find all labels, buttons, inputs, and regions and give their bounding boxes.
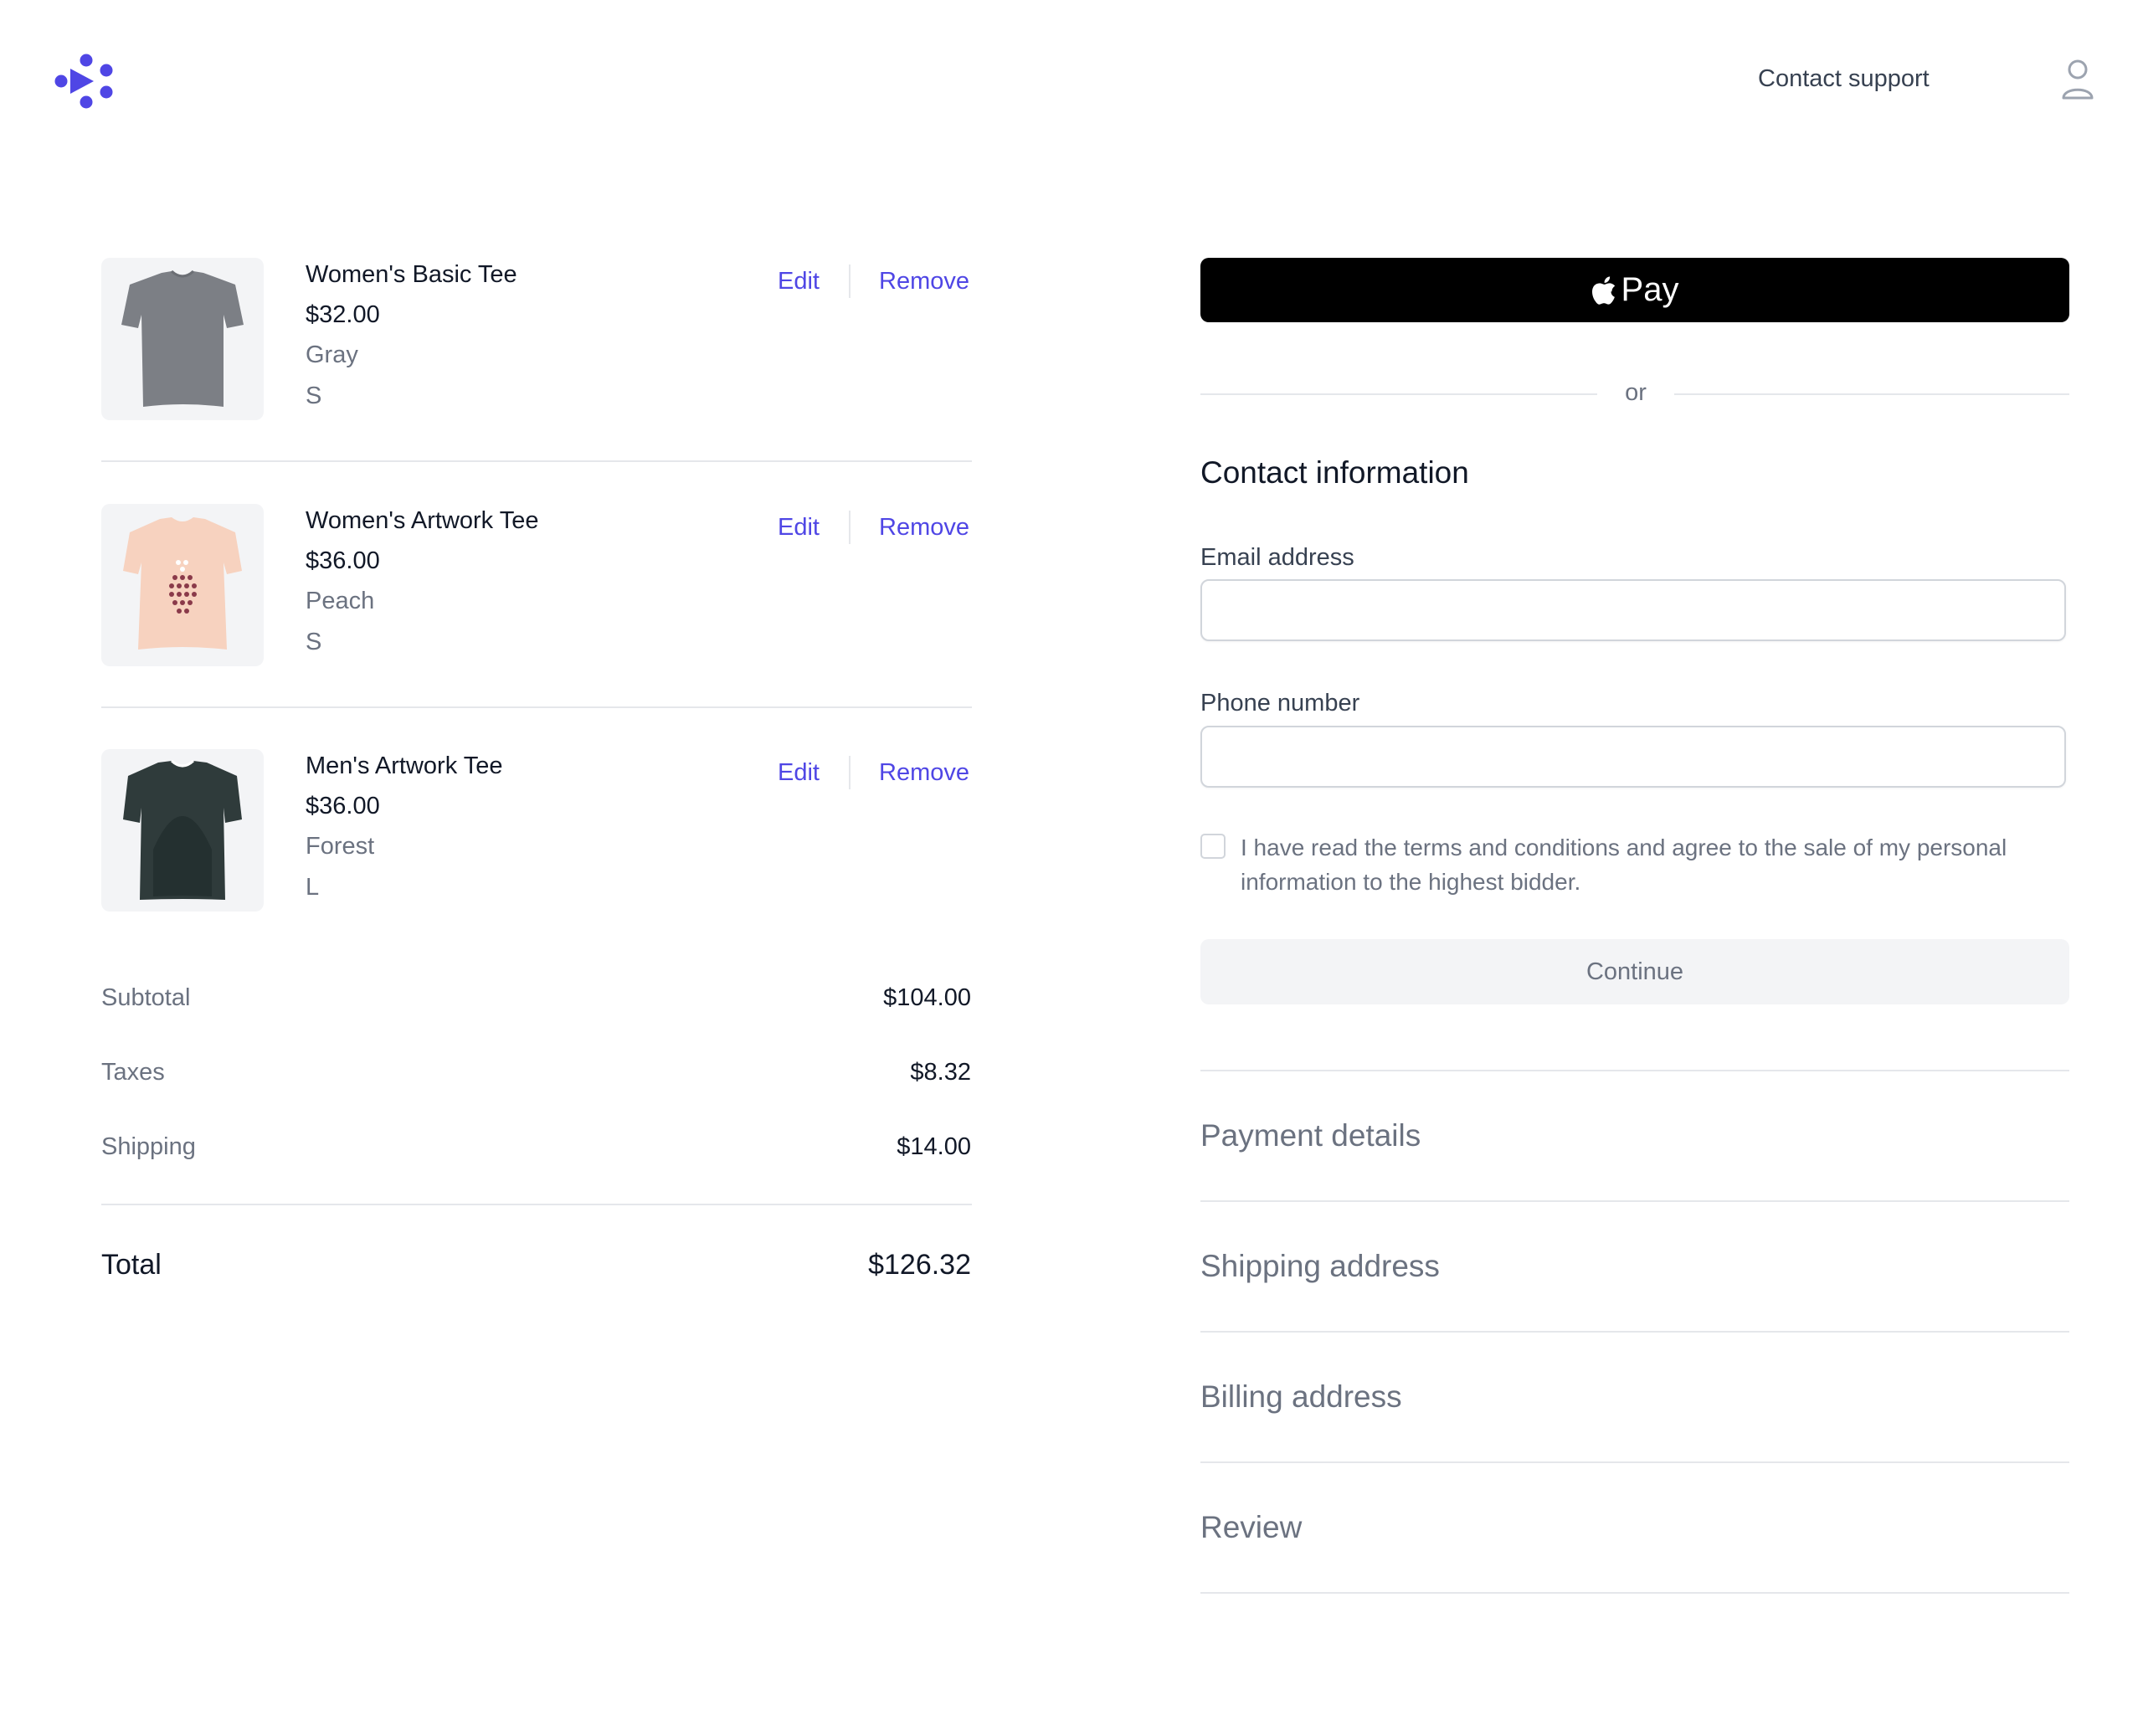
terms-checkbox[interactable] bbox=[1200, 834, 1226, 859]
remove-button[interactable]: Remove bbox=[879, 514, 969, 542]
step-payment-details[interactable]: Payment details bbox=[1200, 1118, 1421, 1153]
user-icon[interactable] bbox=[2061, 59, 2094, 100]
item-price: $32.00 bbox=[306, 301, 380, 328]
or-divider-left bbox=[1200, 393, 1597, 395]
item-size: L bbox=[306, 874, 320, 901]
divider bbox=[1200, 1461, 2069, 1463]
total-label: Total bbox=[101, 1249, 162, 1281]
divider bbox=[101, 706, 972, 708]
product-image-gray-tee bbox=[101, 258, 264, 420]
terms-text: I have read the terms and conditions and… bbox=[1241, 835, 2007, 895]
item-color: Forest bbox=[306, 833, 375, 860]
step-shipping-address[interactable]: Shipping address bbox=[1200, 1249, 1440, 1284]
subtotal-label: Subtotal bbox=[101, 984, 191, 1011]
product-image-peach-tee bbox=[101, 504, 264, 666]
cart-item: Men's Artwork Tee $36.00 Forest L Edit R… bbox=[101, 749, 972, 912]
action-divider bbox=[849, 265, 851, 298]
item-price: $36.00 bbox=[306, 547, 380, 574]
apple-pay-button[interactable]: Pay bbox=[1200, 258, 2069, 322]
email-label: Email address bbox=[1200, 544, 1354, 571]
edit-button[interactable]: Edit bbox=[778, 514, 820, 542]
or-divider-right bbox=[1674, 393, 2069, 395]
phone-field[interactable] bbox=[1200, 726, 2066, 788]
subtotal-value: $104.00 bbox=[883, 984, 971, 1011]
edit-button[interactable]: Edit bbox=[778, 759, 820, 787]
action-divider bbox=[849, 511, 851, 544]
item-size: S bbox=[306, 629, 322, 655]
remove-button[interactable]: Remove bbox=[879, 268, 969, 295]
item-price: $36.00 bbox=[306, 793, 380, 819]
divider bbox=[101, 460, 972, 462]
step-review[interactable]: Review bbox=[1200, 1510, 1302, 1545]
item-name: Women's Basic Tee bbox=[306, 261, 517, 288]
shipping-label: Shipping bbox=[101, 1133, 196, 1160]
cart-item: Women's Basic Tee $32.00 Gray S Edit Rem… bbox=[101, 258, 972, 420]
item-color: Gray bbox=[306, 342, 358, 368]
phone-label: Phone number bbox=[1200, 690, 1360, 716]
contact-support-link[interactable]: Contact support bbox=[1758, 65, 1930, 93]
edit-button[interactable]: Edit bbox=[778, 268, 820, 295]
total-value: $126.32 bbox=[868, 1249, 971, 1281]
email-field[interactable] bbox=[1200, 579, 2066, 641]
apple-pay-label: Pay bbox=[1621, 271, 1679, 308]
divider bbox=[1200, 1331, 2069, 1333]
divider bbox=[1200, 1592, 2069, 1594]
remove-button[interactable]: Remove bbox=[879, 759, 969, 787]
cart-item: Women's Artwork Tee $36.00 Peach S Edit … bbox=[101, 504, 972, 666]
item-name: Women's Artwork Tee bbox=[306, 507, 539, 534]
divider bbox=[101, 1204, 972, 1205]
brand-logo-icon[interactable] bbox=[54, 54, 114, 109]
step-billing-address[interactable]: Billing address bbox=[1200, 1379, 1402, 1415]
or-label: or bbox=[1625, 379, 1647, 406]
action-divider bbox=[849, 756, 851, 789]
continue-button[interactable]: Continue bbox=[1200, 939, 2069, 1004]
product-image-forest-tee bbox=[101, 749, 264, 912]
item-color: Peach bbox=[306, 588, 375, 614]
taxes-value: $8.32 bbox=[910, 1059, 971, 1086]
apple-icon bbox=[1591, 275, 1615, 305]
item-name: Men's Artwork Tee bbox=[306, 752, 503, 779]
shipping-value: $14.00 bbox=[897, 1133, 971, 1160]
divider bbox=[1200, 1070, 2069, 1071]
item-size: S bbox=[306, 383, 322, 409]
divider bbox=[1200, 1200, 2069, 1202]
contact-info-title: Contact information bbox=[1200, 455, 1469, 490]
taxes-label: Taxes bbox=[101, 1059, 165, 1086]
